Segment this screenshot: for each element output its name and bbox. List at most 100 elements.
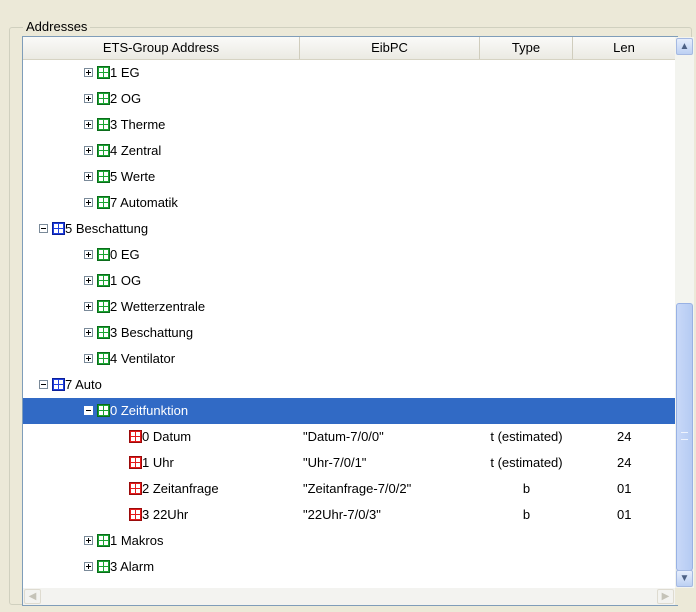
tree-row[interactable]: 3 Alarm	[23, 554, 675, 580]
scroll-down-button[interactable]: ▼	[676, 570, 693, 587]
green-group-icon	[97, 92, 110, 105]
tree-row-label: 1 EG	[110, 65, 140, 80]
tree-row-label: 3 Therme	[110, 117, 166, 132]
scroll-left-button[interactable]: ◀	[24, 589, 41, 604]
scroll-up-button[interactable]: ▲	[676, 38, 693, 55]
tree-row-label: 7 Automatik	[110, 195, 178, 210]
tree-row[interactable]: 7 Auto	[23, 372, 675, 398]
green-group-icon	[97, 560, 110, 573]
red-group-icon	[129, 508, 142, 521]
cell-eibpc: "Datum-7/0/0"	[303, 429, 384, 444]
cell-len: 01	[617, 481, 632, 496]
plus-box-icon[interactable]	[84, 94, 93, 103]
tree-row-label: 4 Ventilator	[110, 351, 176, 366]
tree-row[interactable]: 7 Automatik	[23, 190, 675, 216]
red-group-icon	[129, 482, 142, 495]
cell-eibpc: "Zeitanfrage-7/0/2"	[303, 481, 412, 496]
cell-eibpc: "Uhr-7/0/1"	[303, 455, 367, 470]
tree-row[interactable]: 5 Werte	[23, 164, 675, 190]
plus-box-icon[interactable]	[84, 536, 93, 545]
arrow-left-icon: ◀	[28, 591, 37, 602]
tree-row-label: 3 22Uhr	[142, 507, 189, 522]
tree-row-label: 5 Beschattung	[65, 221, 149, 236]
tree-row[interactable]: 3 22Uhr "22Uhr-7/0/3" b 01	[23, 502, 675, 528]
green-group-icon	[97, 300, 110, 313]
tree-row[interactable]: 5 Beschattung	[23, 216, 675, 242]
column-header-ets-group-address[interactable]: ETS-Group Address	[23, 37, 300, 59]
tree-row-label: 4 Zentral	[110, 143, 162, 158]
green-group-icon	[97, 274, 110, 287]
green-group-icon	[97, 170, 110, 183]
scroll-right-button[interactable]: ▶	[657, 589, 674, 604]
tree-row-label: 7 Auto	[65, 377, 102, 392]
address-list-view[interactable]: ETS-Group Address EibPC Type Len 1 EG 2 O…	[22, 36, 695, 606]
scrollbar-corner	[675, 588, 695, 605]
cell-type: t (estimated)	[490, 429, 563, 444]
tree-row-label: 0 EG	[110, 247, 140, 262]
tree-row[interactable]: 2 Zeitanfrage "Zeitanfrage-7/0/2" b 01	[23, 476, 675, 502]
tree-row-label: 0 Datum	[142, 429, 192, 444]
minus-box-icon[interactable]	[84, 406, 93, 415]
cell-len: 24	[617, 455, 632, 470]
tree-row[interactable]: 0 Zeitfunktion	[23, 398, 675, 424]
plus-box-icon[interactable]	[84, 276, 93, 285]
plus-box-icon[interactable]	[84, 328, 93, 337]
plus-box-icon[interactable]	[84, 562, 93, 571]
green-group-icon	[97, 404, 110, 417]
tree-row[interactable]: 0 Datum "Datum-7/0/0" t (estimated) 24	[23, 424, 675, 450]
tree-row[interactable]: 4 Zentral	[23, 138, 675, 164]
horizontal-scrollbar[interactable]: ◀ ▶	[23, 588, 675, 605]
tree-row[interactable]: 4 Ventilator	[23, 346, 675, 372]
tree-row-label: 1 Uhr	[142, 455, 174, 470]
tree-row-label: 3 Alarm	[110, 559, 155, 574]
tree-row[interactable]: 2 Wetterzentrale	[23, 294, 675, 320]
column-header-type[interactable]: Type	[480, 37, 573, 59]
tree-row-label: 2 Zeitanfrage	[142, 481, 219, 496]
tree-row-label: 1 Makros	[110, 533, 164, 548]
vertical-scroll-thumb[interactable]	[676, 303, 693, 571]
green-group-icon	[97, 352, 110, 365]
cell-type: b	[522, 507, 531, 522]
column-header-len[interactable]: Len	[573, 37, 675, 59]
minus-box-icon[interactable]	[39, 380, 48, 389]
green-group-icon	[97, 66, 110, 79]
tree-rows: 1 EG 2 OG 3 Therme 4 Zentral 5 Werte 7 Automa…	[23, 60, 675, 588]
tree-row-label: 5 Werte	[110, 169, 156, 184]
cell-len: 24	[617, 429, 632, 444]
tree-row[interactable]: 3 Beschattung	[23, 320, 675, 346]
plus-box-icon[interactable]	[84, 120, 93, 129]
tree-row-label: 3 Beschattung	[110, 325, 194, 340]
cell-type: b	[522, 481, 531, 496]
blue-group-icon	[52, 222, 65, 235]
plus-box-icon[interactable]	[84, 250, 93, 259]
tree-row[interactable]: 1 OG	[23, 268, 675, 294]
plus-box-icon[interactable]	[84, 302, 93, 311]
arrow-down-icon: ▼	[679, 573, 690, 584]
tree-row-label: 1 OG	[110, 273, 142, 288]
plus-box-icon[interactable]	[84, 172, 93, 181]
tree-row[interactable]: 1 Uhr "Uhr-7/0/1" t (estimated) 24	[23, 450, 675, 476]
tree-row-label: 0 Zeitfunktion	[110, 403, 189, 418]
list-header: ETS-Group Address EibPC Type Len	[23, 37, 675, 60]
cell-len: 01	[617, 507, 632, 522]
cell-eibpc: "22Uhr-7/0/3"	[303, 507, 381, 522]
arrow-right-icon: ▶	[661, 591, 670, 602]
cell-type: t (estimated)	[490, 455, 563, 470]
tree-row[interactable]: 1 EG	[23, 60, 675, 86]
green-group-icon	[97, 326, 110, 339]
red-group-icon	[129, 430, 142, 443]
tree-row[interactable]: 0 EG	[23, 242, 675, 268]
tree-row[interactable]: 3 Therme	[23, 112, 675, 138]
green-group-icon	[97, 196, 110, 209]
minus-box-icon[interactable]	[39, 224, 48, 233]
tree-row[interactable]: 2 OG	[23, 86, 675, 112]
plus-box-icon[interactable]	[84, 354, 93, 363]
plus-box-icon[interactable]	[84, 68, 93, 77]
plus-box-icon[interactable]	[84, 146, 93, 155]
column-header-eibpc[interactable]: EibPC	[300, 37, 480, 59]
plus-box-icon[interactable]	[84, 198, 93, 207]
green-group-icon	[97, 248, 110, 261]
blue-group-icon	[52, 378, 65, 391]
vertical-scrollbar[interactable]: ▲ ▼	[675, 37, 694, 588]
tree-row[interactable]: 1 Makros	[23, 528, 675, 554]
